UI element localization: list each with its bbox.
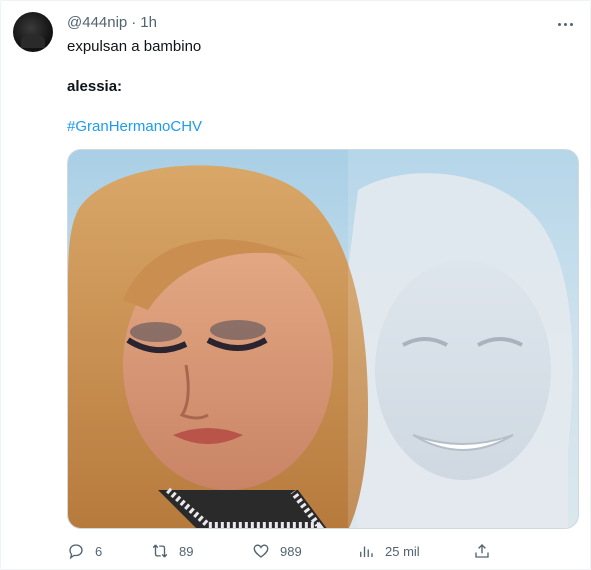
- avatar[interactable]: [13, 12, 53, 52]
- views-button[interactable]: 25 mil: [357, 542, 420, 560]
- tweet-header: @444nip · 1h: [67, 14, 157, 31]
- hashtag-link[interactable]: #GranHermanoCHV: [67, 117, 577, 137]
- views-count: 25 mil: [385, 543, 420, 559]
- header-separator: ·: [131, 14, 137, 31]
- like-icon: [253, 544, 269, 558]
- tweet-card[interactable]: @444nip · 1h expulsan a bambino alessia:…: [0, 0, 591, 570]
- media-illustration: [68, 150, 578, 528]
- tweet-time[interactable]: 1h: [140, 14, 157, 31]
- like-button[interactable]: 989: [252, 542, 302, 560]
- reply-button[interactable]: 6: [67, 542, 102, 560]
- action-bar: 6 89 989 25 mil: [67, 542, 491, 564]
- retweet-count: 89: [179, 543, 194, 559]
- user-handle[interactable]: @444nip: [67, 14, 127, 31]
- tweet-media-image[interactable]: [67, 149, 579, 529]
- tweet-text: expulsan a bambino alessia: #GranHermano…: [67, 37, 577, 137]
- retweet-button[interactable]: 89: [151, 542, 193, 560]
- share-button[interactable]: [473, 542, 491, 560]
- tweet-text-line-1: expulsan a bambino: [67, 38, 202, 55]
- reply-icon: [69, 544, 83, 560]
- retweet-icon: [152, 544, 168, 558]
- tweet-text-line-2: alessia:: [67, 78, 123, 95]
- reply-count: 6: [95, 543, 103, 559]
- share-icon: [475, 544, 489, 558]
- views-icon: [360, 546, 373, 557]
- more-icon[interactable]: [554, 15, 576, 33]
- like-count: 989: [280, 543, 302, 559]
